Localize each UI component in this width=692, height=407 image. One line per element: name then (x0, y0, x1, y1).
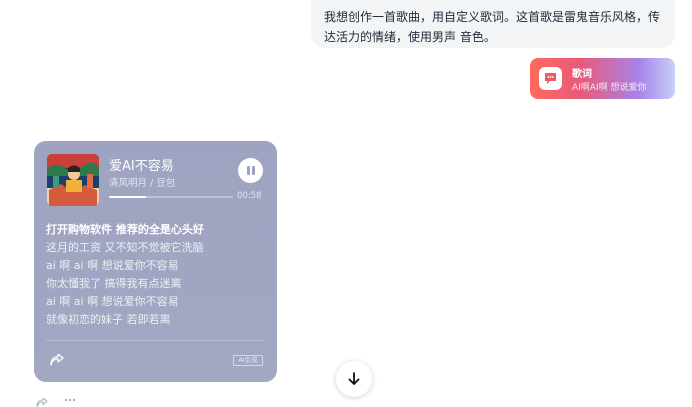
share-icon[interactable] (36, 398, 48, 407)
lyrics-list: 打开购物软件 推荐的全是心头好 这月的工资 又不知不觉被它洗脑 ai 啊 ai 啊 … (46, 221, 266, 329)
lyrics-chip-preview: AI啊AI啊 想说爱你 (572, 83, 647, 93)
lyric-line: 就像初恋的妹子 若即若离 (46, 313, 171, 326)
pause-icon-bar (251, 166, 255, 175)
lyric-line: 打开购物软件 推荐的全是心头好 (46, 223, 204, 236)
lyric-line: ai 啊 ai 啊 想说爱你不容易 (46, 259, 179, 272)
lyrics-attachment-card[interactable]: 歌词 AI啊AI啊 想说爱你 (530, 58, 675, 99)
ai-generated-badge: AI生成 (233, 355, 263, 366)
chat-bubble-icon (539, 67, 562, 90)
arrow-down-icon (348, 372, 360, 385)
lyric-line: 你太懂我了 搞得我有点迷离 (46, 277, 182, 290)
playback-time: 00:58 (237, 191, 262, 201)
playback-progress-bar[interactable] (109, 196, 233, 198)
share-icon[interactable] (50, 354, 64, 366)
song-artist: 清风明月 / 豆包 (109, 178, 176, 189)
playback-progress-fill (109, 196, 147, 198)
user-message-bubble: 我想创作一首歌曲，用自定义歌词。这首歌是雷鬼音乐风格，传达活力的情绪，使用男声 … (311, 0, 675, 48)
user-message-text: 我想创作一首歌曲，用自定义歌词。这首歌是雷鬼音乐风格，传达活力的情绪，使用男声 … (324, 10, 661, 44)
lyric-line: 这月的工资 又不知不觉被它洗脑 (46, 241, 204, 254)
music-player-card[interactable]: 爱AI不容易 清风明月 / 豆包 00:58 打开购物软件 推荐的全是心头好 这月… (34, 141, 277, 382)
lyrics-chip-title: 歌词 (572, 69, 592, 80)
pause-icon (246, 166, 250, 175)
chat-page: 我想创作一首歌曲，用自定义歌词。这首歌是雷鬼音乐风格，传达活力的情绪，使用男声 … (0, 0, 692, 407)
pause-button[interactable] (238, 158, 263, 183)
more-options-icon[interactable] (64, 398, 76, 402)
song-title: 爱AI不容易 (109, 159, 174, 174)
scroll-to-bottom-button[interactable] (336, 361, 372, 397)
album-cover-image[interactable] (47, 154, 99, 206)
card-divider (46, 340, 265, 341)
lyric-line: ai 啊 ai 啊 想说爱你不容易 (46, 295, 179, 308)
